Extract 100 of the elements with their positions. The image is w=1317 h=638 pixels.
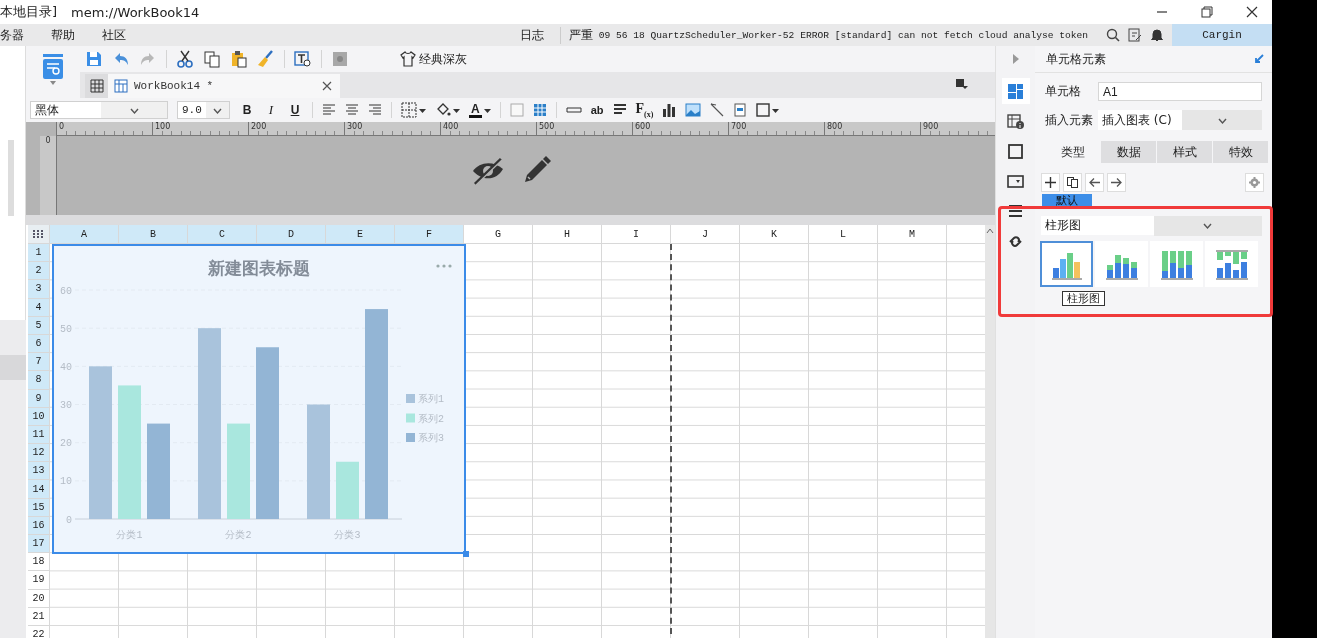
column-header[interactable]: E <box>326 225 395 243</box>
panel-tab[interactable]: 数据 <box>1101 141 1156 163</box>
slash-icon[interactable] <box>710 103 725 117</box>
row-header[interactable]: 14 <box>28 480 50 499</box>
collapse-arrow-icon[interactable] <box>1254 54 1264 64</box>
caret-icon[interactable] <box>419 106 426 114</box>
align-center-icon[interactable] <box>345 103 359 117</box>
move-left-button[interactable] <box>1085 173 1104 192</box>
merge-icon[interactable] <box>565 105 582 115</box>
row-header[interactable]: 13 <box>28 462 50 481</box>
expand-icon[interactable] <box>1011 54 1020 64</box>
panel-title: 单元格元素 <box>1046 50 1106 68</box>
frame-icon[interactable] <box>756 103 771 117</box>
stacked-bar-option[interactable] <box>1095 241 1148 287</box>
formula-button[interactable]: F$_{(x)}$ <box>635 101 654 119</box>
user-button[interactable]: Cargin <box>1172 24 1272 46</box>
settings-button[interactable] <box>1245 173 1264 192</box>
border-icon[interactable] <box>401 102 417 118</box>
text-lines-icon[interactable] <box>612 103 627 117</box>
close-icon[interactable] <box>1246 6 1258 18</box>
save-icon[interactable] <box>85 50 103 68</box>
preview-icon[interactable] <box>294 50 312 68</box>
log-button[interactable]: 日志 <box>519 26 544 44</box>
list-icon[interactable] <box>1007 202 1024 220</box>
wrap-text-button[interactable]: ab <box>590 104 604 116</box>
font-select[interactable]: 黑体 <box>30 101 168 119</box>
range-bar-icon <box>1214 248 1249 280</box>
log-message: 09 56 18 QuartzScheduler_Worker-52 ERROR [standard] can not fetch cloud analyse token <box>598 29 1088 41</box>
underline-button[interactable]: U <box>287 103 303 117</box>
paste-icon[interactable] <box>230 50 248 68</box>
brush-icon[interactable] <box>257 50 275 68</box>
bar <box>336 461 359 519</box>
scroll-up-icon[interactable] <box>986 228 994 234</box>
move-right-button[interactable] <box>1107 173 1126 192</box>
edit-icon[interactable] <box>1128 28 1142 42</box>
copy-icon[interactable] <box>203 50 221 68</box>
column-header[interactable]: F <box>395 225 464 243</box>
add-button[interactable] <box>1041 173 1060 192</box>
row-header[interactable]: 3 <box>28 280 50 299</box>
bell-icon[interactable] <box>1150 28 1164 42</box>
cell-info-icon[interactable] <box>1007 112 1024 130</box>
menu-item[interactable]: 帮助 <box>51 26 75 44</box>
layout-icon[interactable] <box>1007 82 1024 100</box>
image-icon[interactable] <box>331 50 349 68</box>
align-right-icon[interactable] <box>368 103 382 117</box>
insert-select[interactable]: 插入图表 (C) <box>1098 110 1262 130</box>
range-bar-option[interactable] <box>1205 241 1258 287</box>
percent-bar-option[interactable] <box>1150 241 1203 287</box>
italic-button[interactable]: I <box>264 102 278 118</box>
select-all-icon[interactable] <box>32 230 45 238</box>
row-header[interactable]: 8 <box>28 371 50 390</box>
row-header[interactable]: 12 <box>28 444 50 463</box>
menu-item[interactable]: 社区 <box>102 26 126 44</box>
eye-slash-icon[interactable] <box>471 155 505 186</box>
ruler: 0 100 200 300 400 500 600 700 800 900 <box>56 122 995 136</box>
font-size-select[interactable]: 9.0 <box>177 101 230 119</box>
move-right-icon <box>1111 177 1122 188</box>
close-icon[interactable] <box>322 81 332 91</box>
caret-icon[interactable] <box>772 106 780 114</box>
square-icon[interactable] <box>1007 142 1024 160</box>
picture-icon[interactable] <box>685 103 702 117</box>
column-header[interactable]: D <box>257 225 326 243</box>
caret-icon[interactable] <box>483 106 491 114</box>
row-header[interactable]: 19 <box>28 571 50 590</box>
search-icon[interactable] <box>1106 28 1120 42</box>
scrollbar[interactable] <box>985 225 995 638</box>
column-header[interactable]: A <box>50 225 119 243</box>
column-header[interactable]: B <box>119 225 188 243</box>
panel-tab[interactable]: 特效 <box>1213 141 1268 163</box>
add-icon <box>1045 177 1056 188</box>
row-header[interactable]: 7 <box>28 353 50 372</box>
row-header[interactable]: 18 <box>28 553 50 572</box>
row-header[interactable]: 17 <box>28 535 50 554</box>
restore-icon[interactable] <box>1201 6 1213 18</box>
resize-handle[interactable] <box>463 551 469 557</box>
workbook-tab[interactable]: WorkBook14 * <box>108 74 340 98</box>
copy-button[interactable] <box>1063 173 1082 192</box>
theme-button[interactable]: 经典深灰 <box>396 48 471 70</box>
table-icon[interactable] <box>532 103 547 117</box>
form-icon[interactable] <box>733 103 748 117</box>
column-header[interactable]: C <box>188 225 257 243</box>
row-header[interactable]: 1 <box>28 244 50 263</box>
cell-field[interactable]: A1 <box>1098 82 1262 101</box>
bold-button[interactable]: B <box>239 103 255 117</box>
align-left-icon[interactable] <box>322 103 336 117</box>
cut-icon[interactable] <box>176 50 194 68</box>
clustered-bar-option[interactable] <box>1040 241 1093 287</box>
sheet-grid-icon[interactable] <box>89 79 104 93</box>
cell-icon[interactable] <box>509 103 524 117</box>
sheet-menu-icon[interactable] <box>955 78 969 90</box>
caret-icon[interactable] <box>453 106 460 114</box>
menu-item[interactable]: 务器 <box>0 26 24 44</box>
frame-icon[interactable] <box>1007 172 1024 190</box>
bar-chart-icon[interactable] <box>662 103 677 117</box>
report-icon[interactable] <box>42 54 64 80</box>
font-color-button[interactable]: A <box>469 102 482 118</box>
fill-bucket-icon[interactable] <box>435 102 451 118</box>
row-header[interactable]: 2 <box>28 262 50 281</box>
panel-tab[interactable]: 样式 <box>1157 141 1212 163</box>
chart-type-select[interactable]: 柱形图 <box>1041 216 1262 235</box>
